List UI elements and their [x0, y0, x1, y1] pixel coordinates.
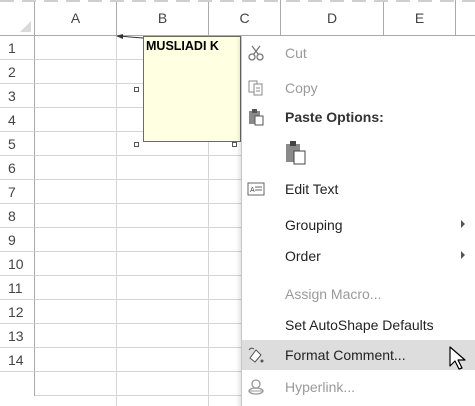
column-header-d[interactable]: D	[281, 0, 384, 36]
row-header-6[interactable]: 6	[0, 156, 35, 180]
link-icon	[247, 378, 265, 396]
context-menu: Cut Copy Paste Options: A Edit Text Grou…	[241, 36, 475, 406]
menu-item-format-comment[interactable]: Format Comment...	[242, 340, 475, 370]
row-header-2[interactable]: 2	[0, 60, 35, 84]
comment-box[interactable]: MUSLIADI K	[143, 36, 241, 142]
edit-text-icon: A	[247, 180, 265, 198]
row-header-15[interactable]	[0, 372, 35, 396]
menu-item-copy[interactable]: Copy	[242, 73, 475, 103]
column-header-b[interactable]: B	[117, 0, 209, 36]
select-all-triangle	[20, 21, 31, 32]
resize-handle-bottom-left[interactable]	[134, 142, 139, 147]
menu-item-assign-macro-label: Assign Macro...	[285, 286, 382, 302]
menu-item-set-defaults-label: Set AutoShape Defaults	[285, 317, 434, 333]
menu-item-format-comment-label: Format Comment...	[285, 347, 406, 363]
menu-item-grouping[interactable]: Grouping	[242, 210, 475, 240]
menu-item-edit-text-label: Edit Text	[285, 181, 339, 197]
menu-item-order-label: Order	[285, 248, 321, 264]
row-header-14[interactable]: 14	[0, 348, 35, 372]
menu-item-hyperlink[interactable]: Hyperlink...	[242, 372, 475, 402]
row-header-4[interactable]: 4	[0, 108, 35, 132]
paste-icon	[284, 140, 308, 166]
menu-item-cut-label: Cut	[285, 45, 307, 61]
resize-handle-bottom-right[interactable]	[232, 142, 237, 147]
column-header-a[interactable]: A	[35, 0, 117, 36]
row-header-1[interactable]: 1	[0, 36, 35, 60]
row-header-12[interactable]: 12	[0, 300, 35, 324]
row-header-8[interactable]: 8	[0, 204, 35, 228]
resize-handle-left[interactable]	[134, 87, 139, 92]
menu-item-order[interactable]: Order	[242, 241, 475, 271]
select-all-corner[interactable]	[0, 0, 35, 36]
menu-item-grouping-label: Grouping	[285, 217, 343, 233]
svg-text:A: A	[250, 187, 255, 194]
clipboard-icon	[247, 108, 265, 126]
row-header-10[interactable]: 10	[0, 252, 35, 276]
menu-item-cut[interactable]: Cut	[242, 38, 475, 68]
mouse-pointer-icon	[449, 346, 466, 370]
row-header-3[interactable]: 3	[0, 84, 35, 108]
row-header-7[interactable]: 7	[0, 180, 35, 204]
column-header-e[interactable]: E	[384, 0, 456, 36]
menu-item-set-autoshape-defaults[interactable]: Set AutoShape Defaults	[242, 310, 475, 340]
row-header-5[interactable]: 5	[0, 132, 35, 156]
comment-pointer-arrow	[116, 34, 143, 39]
format-comment-icon	[247, 346, 265, 364]
scissors-icon	[247, 44, 265, 62]
submenu-arrow-icon	[461, 220, 465, 228]
paste-button[interactable]	[242, 138, 475, 168]
row-header-9[interactable]: 9	[0, 228, 35, 252]
paste-options-label: Paste Options:	[285, 109, 384, 125]
submenu-arrow-icon	[461, 251, 465, 259]
menu-item-hyperlink-label: Hyperlink...	[285, 379, 356, 395]
menu-item-edit-text[interactable]: A Edit Text	[242, 174, 475, 204]
column-header-f[interactable]	[456, 0, 475, 36]
row-header-13[interactable]: 13	[0, 324, 35, 348]
comment-text[interactable]: MUSLIADI K	[146, 39, 219, 53]
menu-item-copy-label: Copy	[285, 80, 318, 96]
row-header-11[interactable]: 11	[0, 276, 35, 300]
column-header-c[interactable]: C	[209, 0, 281, 36]
menu-item-assign-macro[interactable]: Assign Macro...	[242, 279, 475, 309]
top-dashed-border	[0, 0, 475, 2]
grid-line	[116, 36, 117, 406]
copy-icon	[247, 79, 265, 97]
